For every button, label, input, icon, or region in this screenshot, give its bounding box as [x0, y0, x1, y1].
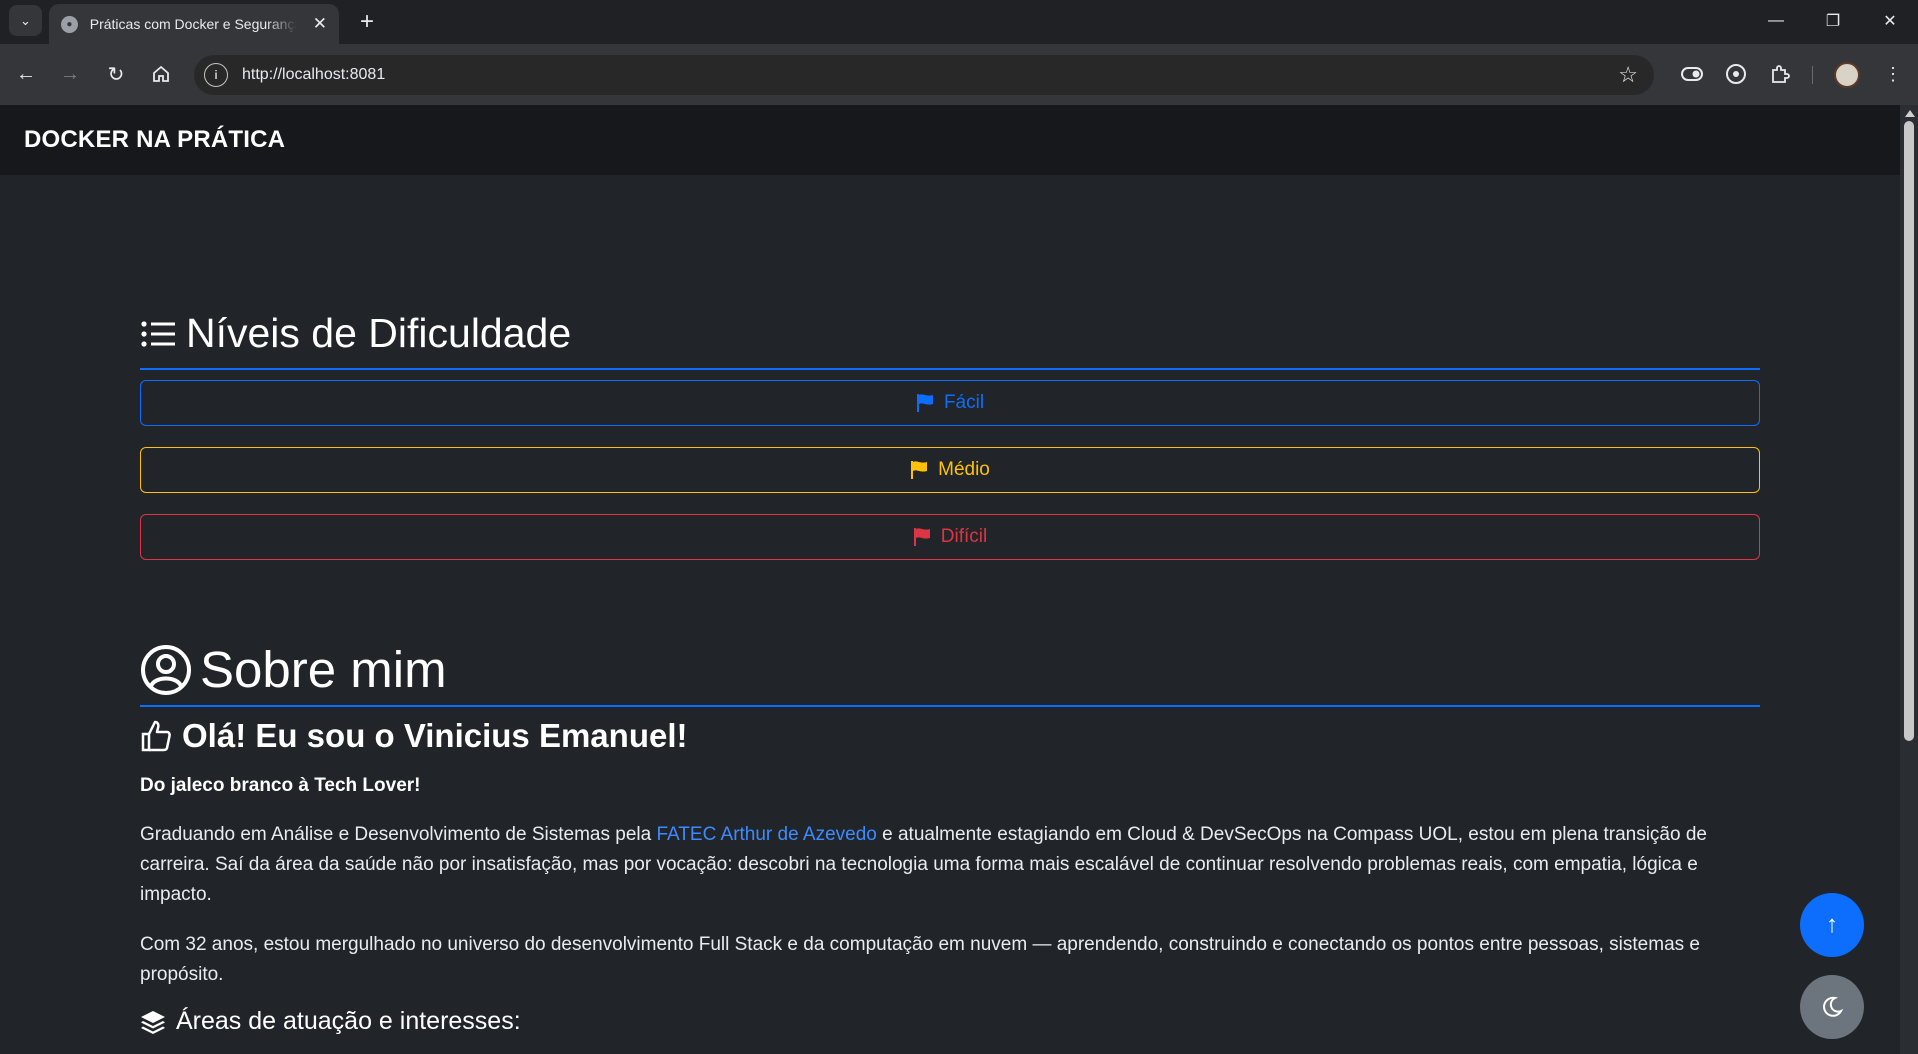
extension-button[interactable] [1720, 58, 1752, 90]
scroll-up-arrow[interactable] [1905, 110, 1915, 117]
section-divider [140, 705, 1760, 707]
arrow-left-icon: ← [16, 62, 36, 85]
back-to-top-button[interactable]: ↑ [1800, 893, 1864, 957]
minimize-icon: — [1768, 12, 1784, 29]
plus-icon: + [359, 8, 374, 35]
toolbar-separator [1812, 66, 1813, 84]
easy-level-button[interactable]: Fácil [140, 380, 1760, 426]
tagline: Do jaleco branco à Tech Lover! [140, 775, 421, 796]
toggle-icon [1681, 67, 1703, 81]
restore-icon: ❐ [1825, 13, 1841, 30]
about-title-text: Sobre mim [200, 641, 447, 698]
medium-level-label: Médio [938, 459, 990, 480]
bio-text-start: Graduando em Análise e Desenvolvimento d… [140, 824, 657, 845]
tab-title: Práticas com Docker e Segurança [89, 16, 297, 32]
site-navbar: DOCKER NA PRÁTICA [0, 105, 1900, 175]
globe-icon: ● [61, 15, 78, 33]
theme-toggle-button[interactable] [1800, 975, 1864, 1039]
levels-title-text: Níveis de Dificuldade [186, 310, 572, 356]
extensions-button[interactable] [1764, 58, 1796, 90]
new-tab-button[interactable]: + [353, 8, 381, 36]
info-icon[interactable]: i [204, 63, 228, 87]
reload-button[interactable]: ↻ [98, 56, 134, 92]
fatec-link[interactable]: FATEC Arthur de Azevedo [656, 824, 876, 845]
close-icon[interactable]: ✕ [313, 14, 327, 34]
levels-title: Níveis de Dificuldade [140, 310, 571, 357]
greeting-text: Olá! Eu sou o Vinicius Emanuel! [182, 717, 688, 754]
about-title: Sobre mim [140, 640, 447, 699]
close-icon: ✕ [1883, 13, 1897, 30]
star-icon[interactable]: ☆ [1618, 62, 1638, 88]
close-window-button[interactable]: ✕ [1870, 6, 1910, 36]
forward-button[interactable]: → [52, 56, 88, 92]
easy-level-label: Fácil [943, 392, 985, 413]
medium-level-button[interactable]: Médio [140, 447, 1760, 493]
home-icon [153, 65, 169, 82]
extension-circle-icon [1726, 64, 1746, 84]
moon-icon [1823, 996, 1844, 1017]
home-button[interactable] [143, 56, 179, 92]
kebab-menu-icon: ⋮ [1884, 63, 1902, 84]
areas-heading: Áreas de atuação e interesses: [140, 1007, 521, 1036]
chevron-down-icon: ⌄ [20, 12, 31, 28]
restore-button[interactable]: ❐ [1813, 6, 1853, 36]
extension-button[interactable] [1676, 58, 1708, 90]
user-circle-icon [141, 644, 191, 695]
profile-avatar[interactable] [1834, 62, 1860, 88]
thumbs-up-icon [141, 720, 171, 752]
back-button[interactable]: ← [8, 56, 44, 92]
layers-icon [141, 1010, 165, 1034]
arrow-right-icon: → [60, 62, 80, 85]
bio-paragraph-2: Com 32 anos, estou mergulhado no univers… [140, 934, 1700, 985]
reload-icon: ↻ [107, 63, 125, 86]
puzzle-icon [1772, 65, 1790, 83]
browser-chrome: ⌄ ● Práticas com Docker e Segurança ✕ + … [0, 0, 1918, 105]
navbar-brand[interactable]: DOCKER NA PRÁTICA [24, 126, 285, 154]
browser-toolbar: ← → ↻ i http://localhost:8081 ☆ ⋮ [0, 44, 1918, 105]
tab-search-button[interactable]: ⌄ [9, 5, 42, 36]
minimize-button[interactable]: — [1756, 6, 1796, 36]
scrollbar-thumb[interactable] [1904, 121, 1914, 741]
hard-level-label: Difícil [940, 526, 988, 547]
browser-menu-button[interactable]: ⋮ [1877, 58, 1909, 90]
flag-icon [911, 461, 928, 479]
bio-paragraph: Graduando em Análise e Desenvolvimento d… [140, 820, 1760, 910]
page-scrollbar[interactable] [1900, 105, 1918, 1054]
flag-icon [913, 528, 930, 546]
page-viewport: DOCKER NA PRÁTICA Níveis de Dificuldade … [0, 105, 1918, 1054]
areas-heading-text: Áreas de atuação e interesses: [176, 1007, 521, 1035]
section-divider [140, 368, 1760, 370]
url-text[interactable]: http://localhost:8081 [242, 66, 385, 84]
hard-level-button[interactable]: Difícil [140, 514, 1760, 560]
greeting-heading: Olá! Eu sou o Vinicius Emanuel! [140, 717, 688, 755]
flag-icon [916, 394, 933, 412]
tab-bar: ⌄ ● Práticas com Docker e Segurança ✕ + … [0, 0, 1918, 44]
address-bar[interactable]: i http://localhost:8081 ☆ [194, 55, 1654, 95]
browser-tab[interactable]: ● Práticas com Docker e Segurança ✕ [49, 4, 339, 44]
arrow-up-icon: ↑ [1826, 911, 1838, 938]
list-icon [141, 320, 175, 347]
